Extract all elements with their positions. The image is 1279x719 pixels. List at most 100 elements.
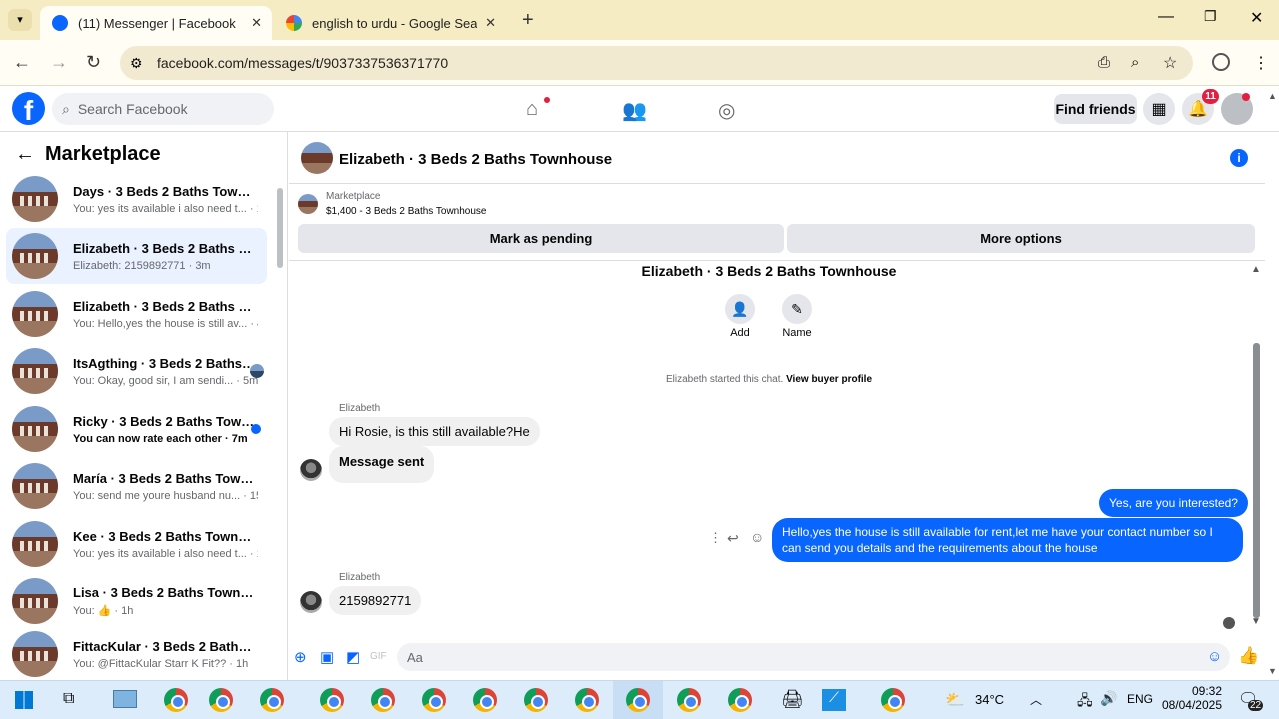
volume-icon[interactable]: 🔊 xyxy=(1100,690,1117,707)
photo-icon[interactable]: ▣ xyxy=(320,648,334,666)
chrome-taskbar-icon[interactable] xyxy=(728,688,752,712)
new-tab-button[interactable]: + xyxy=(522,9,534,32)
groups-icon[interactable]: ◎ xyxy=(718,98,735,123)
chat-avatar[interactable] xyxy=(301,141,333,174)
conversation-item-unread[interactable]: Ricky · 3 Beds 2 Baths Townho... You can … xyxy=(6,401,267,457)
like-thumb-icon[interactable]: 👍 xyxy=(1238,646,1259,666)
add-person-icon[interactable]: 👤 xyxy=(725,294,755,324)
browser-menu-icon[interactable]: ⋮ xyxy=(1253,53,1269,73)
edit-name-icon[interactable]: ✎ xyxy=(782,294,812,324)
system-clock[interactable]: 09:32 08/04/2025 xyxy=(1160,684,1222,712)
weather-icon[interactable]: ⛅ xyxy=(945,690,965,710)
listing-price[interactable]: $1,400 - 3 Beds 2 Baths Townhouse xyxy=(326,206,486,217)
view-buyer-profile-link[interactable]: View buyer profile xyxy=(786,374,872,385)
minimize-button[interactable]: — xyxy=(1158,8,1174,26)
listing-thumbnail xyxy=(12,578,58,624)
search-placeholder: Search Facebook xyxy=(77,101,188,117)
chat-scrollbar[interactable] xyxy=(1253,343,1260,618)
task-view-icon[interactable]: ⧉ xyxy=(63,690,74,708)
menu-grid-icon[interactable]: ▦ xyxy=(1143,93,1175,125)
page-scroll-down-icon[interactable]: ▼ xyxy=(1268,666,1277,676)
forward-button[interactable]: → xyxy=(50,52,68,73)
chrome-taskbar-icon[interactable] xyxy=(881,688,905,712)
conversation-item[interactable]: María · 3 Beds 2 Baths Townhou... You: se… xyxy=(6,458,267,514)
tab-search-dropdown-icon[interactable]: ▾ xyxy=(8,9,32,31)
tab-google-search[interactable]: english to urdu - Google Search ✕ xyxy=(274,6,506,40)
temperature[interactable]: 34°C xyxy=(975,692,1004,707)
incoming-message[interactable]: Message sent xyxy=(329,446,435,483)
chrome-taskbar-icon[interactable] xyxy=(371,688,395,712)
tab-label: english to urdu - Google Search xyxy=(312,15,477,31)
conversation-item[interactable]: Lisa · 3 Beds 2 Baths Townhouse You: 👍 · … xyxy=(6,573,267,629)
page-scroll-up-icon[interactable]: ▲ xyxy=(1268,91,1277,101)
pen-app-icon[interactable]: ⟋ xyxy=(822,689,846,711)
react-emoji-icon[interactable]: ☺ xyxy=(750,529,764,545)
tab-label: (11) Messenger | Facebook xyxy=(78,15,236,31)
printer-app-icon[interactable]: 🖨 xyxy=(781,689,804,710)
tray-chevron-icon[interactable]: ︿ xyxy=(1030,691,1042,708)
chrome-taskbar-icon[interactable] xyxy=(320,688,344,712)
listing-thumbnail xyxy=(12,631,58,677)
search-input[interactable]: ⌕ Search Facebook xyxy=(52,93,274,125)
emoji-icon[interactable]: ☺ xyxy=(1207,648,1222,665)
plus-circle-icon[interactable]: ⊕ xyxy=(294,648,307,666)
close-window-button[interactable]: ✕ xyxy=(1250,8,1263,28)
conversation-item[interactable]: Days · 3 Beds 2 Baths Townhouse You: yes … xyxy=(6,171,267,227)
close-tab-icon[interactable]: ✕ xyxy=(251,15,262,31)
outgoing-message[interactable]: Yes, are you interested? xyxy=(1099,489,1248,517)
chrome-taskbar-icon[interactable] xyxy=(575,688,599,712)
url-text[interactable]: facebook.com/messages/t/9037337536371770 xyxy=(157,55,448,71)
home-icon[interactable]: ⌂ xyxy=(526,98,538,121)
sticker-icon[interactable]: ◩ xyxy=(346,648,360,666)
chrome-taskbar-icon[interactable] xyxy=(422,688,446,712)
back-button[interactable]: ← xyxy=(13,52,31,73)
outgoing-message[interactable]: Hello,yes the house is still available f… xyxy=(772,518,1243,562)
mark-as-pending-button[interactable]: Mark as pending xyxy=(298,224,784,253)
conversation-item[interactable]: FittacKular · 3 Beds 2 Baths Tow... You: … xyxy=(6,630,267,678)
reply-icon[interactable]: ↩ xyxy=(727,530,739,547)
conversation-item[interactable]: Kee · 3 Beds 2 Baths Townhouse You: yes i… xyxy=(6,516,267,572)
chrome-taskbar-icon[interactable] xyxy=(524,688,548,712)
sender-avatar xyxy=(300,591,322,613)
conversation-item[interactable]: ItsAgthing · 3 Beds 2 Baths T... You: Oka… xyxy=(6,343,267,399)
sidebar-scrollbar[interactable] xyxy=(277,188,283,268)
windows-start-icon[interactable] xyxy=(15,691,33,709)
tab-messenger[interactable]: (11) Messenger | Facebook ✕ xyxy=(40,6,272,40)
bookmark-star-icon[interactable]: ☆ xyxy=(1163,53,1177,73)
conversation-name: María · 3 Beds 2 Baths Townhou... xyxy=(73,470,258,486)
chrome-taskbar-icon-active[interactable] xyxy=(626,688,650,712)
profile-icon[interactable] xyxy=(1212,53,1230,71)
install-app-icon[interactable]: ⎙ xyxy=(1098,54,1110,71)
scroll-up-icon[interactable]: ▲ xyxy=(1251,264,1261,275)
close-tab-icon[interactable]: ✕ xyxy=(485,15,496,31)
message-input[interactable]: Aa xyxy=(397,643,1230,671)
find-friends-button[interactable]: Find friends xyxy=(1054,94,1137,124)
sidebar-title: Marketplace xyxy=(45,143,161,165)
zoom-icon[interactable]: ⌕ xyxy=(1131,54,1139,71)
chrome-taskbar-icon[interactable] xyxy=(677,688,701,712)
language-indicator[interactable]: ENG xyxy=(1127,692,1153,706)
desktop-app-icon[interactable] xyxy=(113,690,137,708)
chrome-taskbar-icon[interactable] xyxy=(209,688,233,712)
chat-title[interactable]: Elizabeth · 3 Beds 2 Baths Townhouse xyxy=(339,151,612,168)
chrome-taskbar-icon[interactable] xyxy=(260,688,284,712)
friends-icon[interactable]: 👥 xyxy=(622,98,647,123)
gif-icon[interactable]: GIF xyxy=(370,651,387,662)
back-arrow-icon[interactable]: ← xyxy=(15,143,35,166)
incoming-message[interactable]: 2159892771 xyxy=(329,586,422,615)
scroll-down-icon[interactable]: ▼ xyxy=(1251,616,1261,627)
chrome-taskbar-icon[interactable] xyxy=(473,688,497,712)
incoming-message[interactable]: Hi Rosie, is this still available?He xyxy=(329,417,540,446)
conversation-item[interactable]: Elizabeth · 3 Beds 2 Baths Town... You: H… xyxy=(6,286,267,342)
conversation-item-selected[interactable]: Elizabeth · 3 Beds 2 Baths Town... Elizab… xyxy=(6,228,267,284)
message-more-icon[interactable]: ⋮ xyxy=(709,530,722,546)
restore-button[interactable]: ❐ xyxy=(1204,8,1217,25)
site-info-icon[interactable]: ⚙ xyxy=(130,55,143,72)
info-icon[interactable]: i xyxy=(1230,149,1248,167)
facebook-logo-icon[interactable]: f xyxy=(12,92,45,126)
network-icon[interactable]: 🖧 xyxy=(1077,690,1093,714)
chrome-taskbar-icon[interactable] xyxy=(164,688,188,712)
conversation-name: Ricky · 3 Beds 2 Baths Townho... xyxy=(73,413,258,429)
reload-button[interactable]: ↻ xyxy=(86,52,101,73)
more-options-button[interactable]: More options xyxy=(787,224,1255,253)
